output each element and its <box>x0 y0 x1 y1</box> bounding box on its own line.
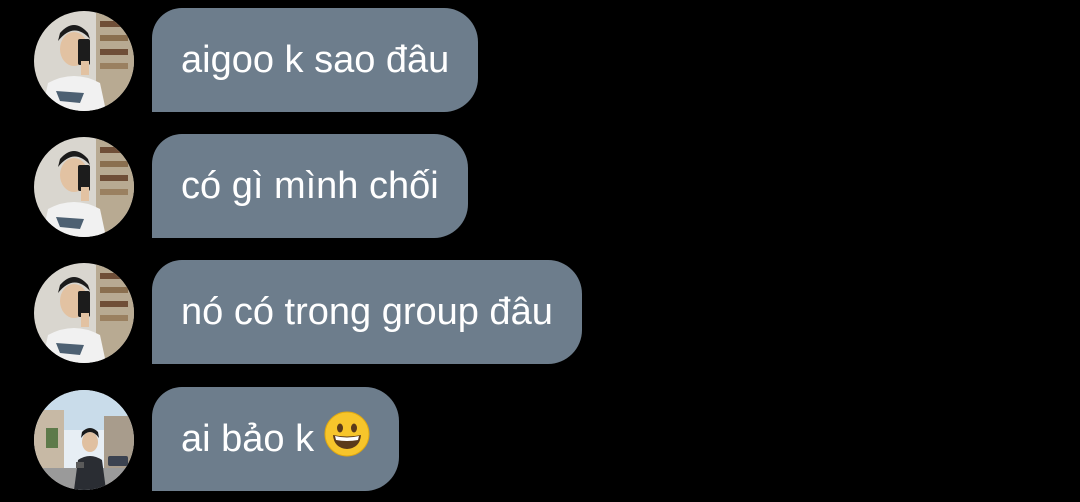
avatar[interactable] <box>34 390 134 490</box>
message-row: aigoo k sao đâu <box>0 8 1080 112</box>
message-text: aigoo k sao đâu <box>181 39 450 81</box>
avatar[interactable] <box>34 263 134 363</box>
message-bubble[interactable]: nó có trong group đâu <box>152 260 582 364</box>
avatar[interactable] <box>34 11 134 111</box>
message-row: có gì mình chối <box>0 134 1080 238</box>
grinning-face-icon <box>324 411 370 462</box>
avatar[interactable] <box>34 137 134 237</box>
message-bubble[interactable]: có gì mình chối <box>152 134 468 238</box>
message-bubble[interactable]: ai bảo k <box>152 387 400 491</box>
message-bubble[interactable]: aigoo k sao đâu <box>152 8 479 112</box>
message-text: nó có trong group đâu <box>181 291 553 333</box>
message-row: ai bảo k <box>0 387 1080 491</box>
message-row: nó có trong group đâu <box>0 260 1080 364</box>
message-text: có gì mình chối <box>181 165 439 207</box>
message-text: ai bảo k <box>181 418 315 460</box>
